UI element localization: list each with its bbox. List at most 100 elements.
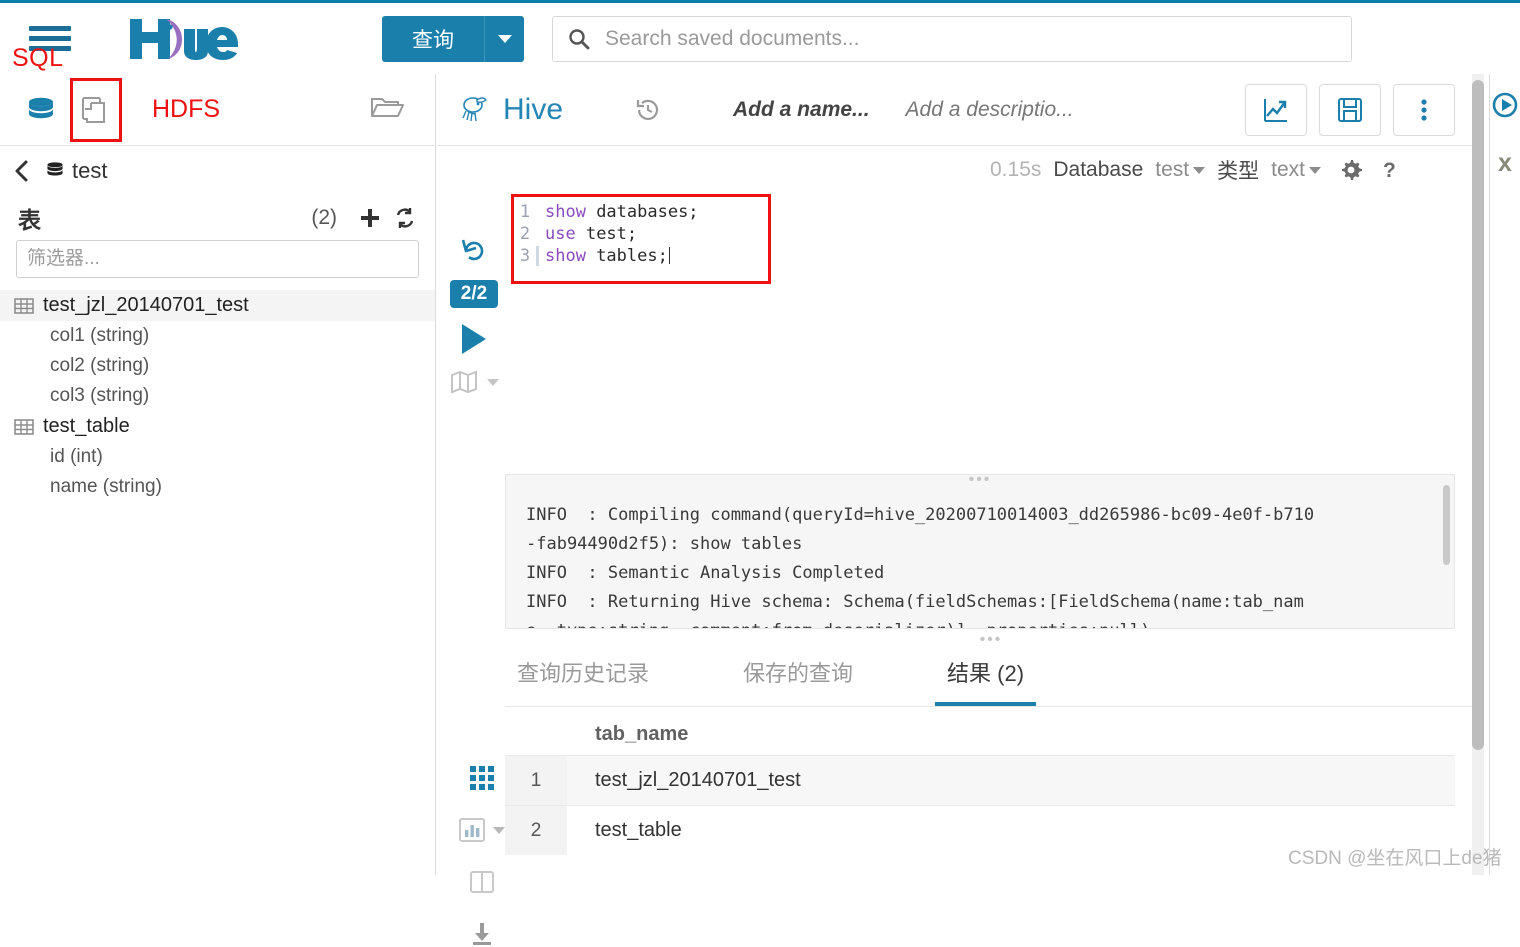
assist-table-entry[interactable]: test_table bbox=[0, 411, 435, 442]
history-icon[interactable] bbox=[635, 97, 661, 123]
assist-breadcrumb[interactable]: test bbox=[0, 146, 435, 196]
map-icon bbox=[450, 370, 477, 394]
tab-query-history[interactable]: 查询历史记录 bbox=[505, 656, 661, 706]
database-selector[interactable]: test bbox=[1155, 158, 1206, 182]
refresh-tables-button[interactable] bbox=[393, 206, 417, 230]
hue-logo[interactable] bbox=[122, 9, 272, 69]
engine-selector[interactable]: Hive bbox=[459, 93, 563, 127]
assist-table-entry[interactable]: test_jzl_20140701_test bbox=[0, 290, 435, 321]
log-line: INFO : Returning Hive schema: Schema(fie… bbox=[526, 592, 1304, 612]
assist-column-entry[interactable]: id (int) bbox=[0, 442, 435, 472]
gear-icon bbox=[1342, 160, 1362, 180]
assist-sources-folder-button[interactable] bbox=[369, 91, 405, 128]
assist-column-entry[interactable]: name (string) bbox=[0, 472, 435, 502]
log-line: -fab94490d2f5): show tables bbox=[526, 534, 803, 554]
type-selector[interactable]: text bbox=[1271, 158, 1321, 182]
cell-tab-name: test_jzl_20140701_test bbox=[595, 769, 801, 791]
tables-count: (2) bbox=[311, 206, 337, 229]
circle-play-icon[interactable] bbox=[1492, 92, 1518, 123]
sql-keyword: show bbox=[545, 246, 586, 266]
documents-icon bbox=[82, 96, 105, 123]
assist-table-name: test_jzl_20140701_test bbox=[43, 294, 249, 316]
table-icon bbox=[14, 296, 34, 316]
document-name-input[interactable]: Add a name... bbox=[733, 98, 870, 122]
search-bar[interactable] bbox=[552, 15, 1352, 62]
caret-down-icon bbox=[1193, 166, 1206, 174]
editor-row: 2/2 1 show databases; 2 use test; 3 show… bbox=[437, 194, 1477, 474]
editor-header-buttons bbox=[1245, 83, 1455, 136]
download-icon[interactable] bbox=[469, 921, 495, 947]
rail-x-label[interactable]: x bbox=[1498, 149, 1512, 178]
sql-keyword: show bbox=[545, 202, 586, 222]
assist-tables-header: 表 (2) bbox=[0, 196, 435, 240]
svg-text:?: ? bbox=[1383, 159, 1396, 182]
save-floppy-icon bbox=[1338, 97, 1362, 122]
engine-name: Hive bbox=[503, 92, 564, 126]
caret-down-icon bbox=[493, 826, 505, 834]
row-index: 2 bbox=[505, 806, 567, 855]
page-scrollbar-thumb[interactable] bbox=[1472, 80, 1484, 750]
log-line: INFO : Compiling command(queryId=hive_20… bbox=[526, 505, 1315, 525]
table-row[interactable]: 1 test_jzl_20140701_test bbox=[505, 755, 1455, 805]
more-options-button[interactable] bbox=[1393, 83, 1455, 136]
grid-view-icon[interactable] bbox=[469, 765, 495, 791]
log-resize-grip[interactable]: ••• bbox=[506, 475, 1454, 488]
left-assist-panel: HDFS test 表 (2) 筛选器... test_jzl_20140701… bbox=[0, 74, 436, 875]
breadcrumb-database-name: test bbox=[72, 158, 108, 183]
chevron-left-icon[interactable] bbox=[14, 159, 30, 183]
cell-tab-name: test_table bbox=[595, 819, 682, 841]
editor-area: Hive Add a name... Add a descriptio... 0… bbox=[437, 74, 1477, 945]
document-description-input[interactable]: Add a descriptio... bbox=[906, 98, 1074, 122]
folder-open-icon bbox=[371, 98, 404, 117]
search-icon bbox=[569, 28, 590, 49]
execute-button[interactable] bbox=[462, 324, 486, 354]
assist-column-entry[interactable]: col2 (string) bbox=[0, 351, 435, 381]
top-navigation-bar: SQL 查询 bbox=[0, 0, 1520, 74]
query-dropdown-button[interactable] bbox=[484, 15, 524, 62]
code-editor-empty-space[interactable] bbox=[511, 284, 1397, 474]
assist-column-entry[interactable]: col3 (string) bbox=[0, 381, 435, 411]
explain-button[interactable] bbox=[450, 370, 499, 394]
sql-annotation-label: SQL bbox=[12, 43, 64, 72]
results-area: tab_name 1 test_jzl_20140701_test 2 test… bbox=[459, 713, 1477, 947]
visualize-button[interactable] bbox=[1245, 83, 1307, 136]
rerun-icon[interactable] bbox=[460, 236, 488, 264]
query-button[interactable]: 查询 bbox=[382, 15, 484, 62]
progress-badge[interactable]: 2/2 bbox=[449, 280, 499, 308]
plus-icon bbox=[361, 209, 379, 227]
chart-trending-icon bbox=[1264, 98, 1287, 122]
assist-table-name: test_table bbox=[43, 415, 130, 437]
results-resize-grip[interactable]: ••• bbox=[505, 632, 1477, 648]
add-table-button[interactable] bbox=[359, 207, 381, 229]
tab-results[interactable]: 结果 (2) bbox=[935, 656, 1037, 706]
assist-column-entry[interactable]: col1 (string) bbox=[0, 321, 435, 351]
text-cursor bbox=[668, 247, 670, 264]
editor-header: Hive Add a name... Add a descriptio... bbox=[437, 74, 1477, 146]
refresh-icon bbox=[396, 208, 414, 228]
settings-button[interactable] bbox=[1339, 158, 1363, 182]
table-filter-input[interactable] bbox=[16, 240, 419, 278]
hue-logo-icon bbox=[130, 18, 238, 60]
sql-keyword: use bbox=[545, 224, 576, 244]
database-label: Database bbox=[1053, 158, 1144, 181]
log-scrollbar[interactable] bbox=[1443, 485, 1450, 565]
assist-sources-documents-button[interactable] bbox=[70, 77, 122, 142]
tables-header-label: 表 bbox=[18, 207, 41, 233]
chart-view-icon[interactable] bbox=[459, 817, 505, 843]
hdfs-annotation-label: HDFS bbox=[152, 95, 221, 123]
hamburger-menu-button[interactable]: SQL bbox=[0, 2, 100, 76]
help-button[interactable]: ? bbox=[1381, 158, 1399, 182]
columns-view-icon[interactable] bbox=[469, 869, 495, 895]
search-input[interactable] bbox=[603, 25, 1337, 52]
column-header-tab-name: tab_name bbox=[595, 722, 689, 745]
chevron-down-icon bbox=[497, 34, 512, 43]
line-number: 1 bbox=[519, 202, 531, 222]
hive-bee-icon bbox=[462, 96, 487, 121]
sql-code-editor[interactable]: 1 show databases; 2 use test; 3 show tab… bbox=[511, 194, 771, 284]
query-log-panel[interactable]: ••• INFO : Compiling command(queryId=hiv… bbox=[505, 474, 1455, 629]
row-index: 1 bbox=[505, 756, 567, 805]
tab-saved-queries[interactable]: 保存的查询 bbox=[731, 656, 865, 706]
save-button[interactable] bbox=[1319, 83, 1381, 136]
assist-sources-database-button[interactable] bbox=[18, 94, 64, 126]
database-icon bbox=[29, 97, 53, 118]
